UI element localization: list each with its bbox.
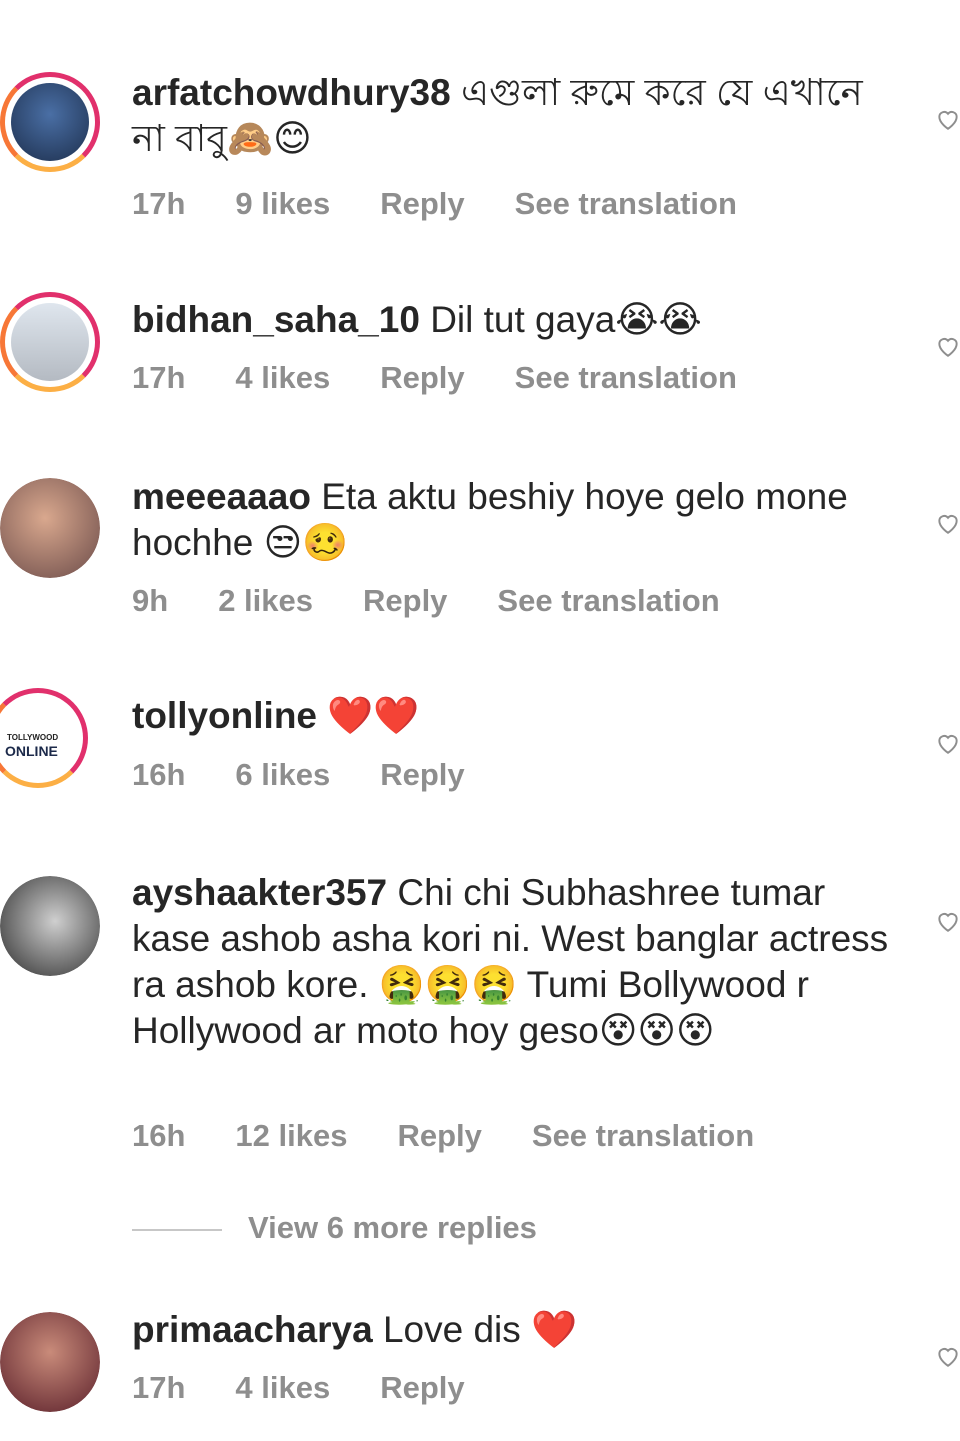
see-translation-button[interactable]: See translation [497, 583, 719, 618]
comment-username[interactable]: tollyonline [132, 695, 317, 736]
comment-username[interactable]: arfatchowdhury38 [132, 72, 451, 113]
avatar[interactable] [0, 1312, 100, 1412]
see-translation-button[interactable]: See translation [532, 1118, 754, 1153]
comment-time: 9h [132, 583, 169, 618]
comment-text: ❤️❤️ [327, 695, 420, 736]
heart-outline-icon[interactable] [935, 106, 960, 132]
comment-time: 16h [132, 757, 186, 792]
comment-likes[interactable]: 4 likes [235, 360, 330, 395]
avatar[interactable]: TOLLYWOOD ONLINE [0, 688, 88, 788]
comment-time: 17h [132, 360, 186, 395]
heart-outline-icon[interactable] [935, 908, 960, 934]
reply-button[interactable]: Reply [380, 360, 464, 395]
heart-outline-icon[interactable] [935, 1343, 960, 1369]
avatar[interactable] [0, 876, 100, 976]
comment-time: 17h [132, 186, 186, 221]
see-translation-button[interactable]: See translation [515, 360, 737, 395]
see-translation-button[interactable]: See translation [515, 186, 737, 221]
comment-likes[interactable]: 4 likes [235, 1370, 330, 1405]
reply-button[interactable]: Reply [380, 1370, 464, 1405]
comment-text: Dil tut gaya😭😭 [430, 299, 702, 340]
heart-outline-icon[interactable] [935, 730, 960, 756]
comment-likes[interactable]: 12 likes [235, 1118, 347, 1153]
avatar[interactable] [0, 478, 100, 578]
comment-time: 16h [132, 1118, 186, 1153]
avatar[interactable] [0, 292, 100, 392]
comment-time: 17h [132, 1370, 186, 1405]
comment-username[interactable]: ayshaakter357 [132, 872, 387, 913]
reply-button[interactable]: Reply [397, 1118, 481, 1153]
avatar[interactable] [0, 72, 100, 172]
heart-outline-icon[interactable] [935, 510, 960, 536]
comment-likes[interactable]: 6 likes [235, 757, 330, 792]
comment-username[interactable]: primaacharya [132, 1309, 373, 1350]
comment-text: Love dis ❤️ [382, 1309, 578, 1350]
brand-logo: TOLLYWOOD [7, 733, 59, 742]
divider [132, 1228, 222, 1231]
comment-username[interactable]: meeeaaao [132, 476, 311, 517]
reply-button[interactable]: Reply [380, 757, 464, 792]
reply-button[interactable]: Reply [363, 583, 447, 618]
comment-username[interactable]: bidhan_saha_10 [132, 299, 420, 340]
comment-likes[interactable]: 9 likes [235, 186, 330, 221]
view-more-replies-button[interactable]: View 6 more replies [132, 1210, 537, 1246]
comment-likes[interactable]: 2 likes [218, 583, 313, 618]
heart-outline-icon[interactable] [935, 333, 960, 359]
reply-button[interactable]: Reply [380, 186, 464, 221]
